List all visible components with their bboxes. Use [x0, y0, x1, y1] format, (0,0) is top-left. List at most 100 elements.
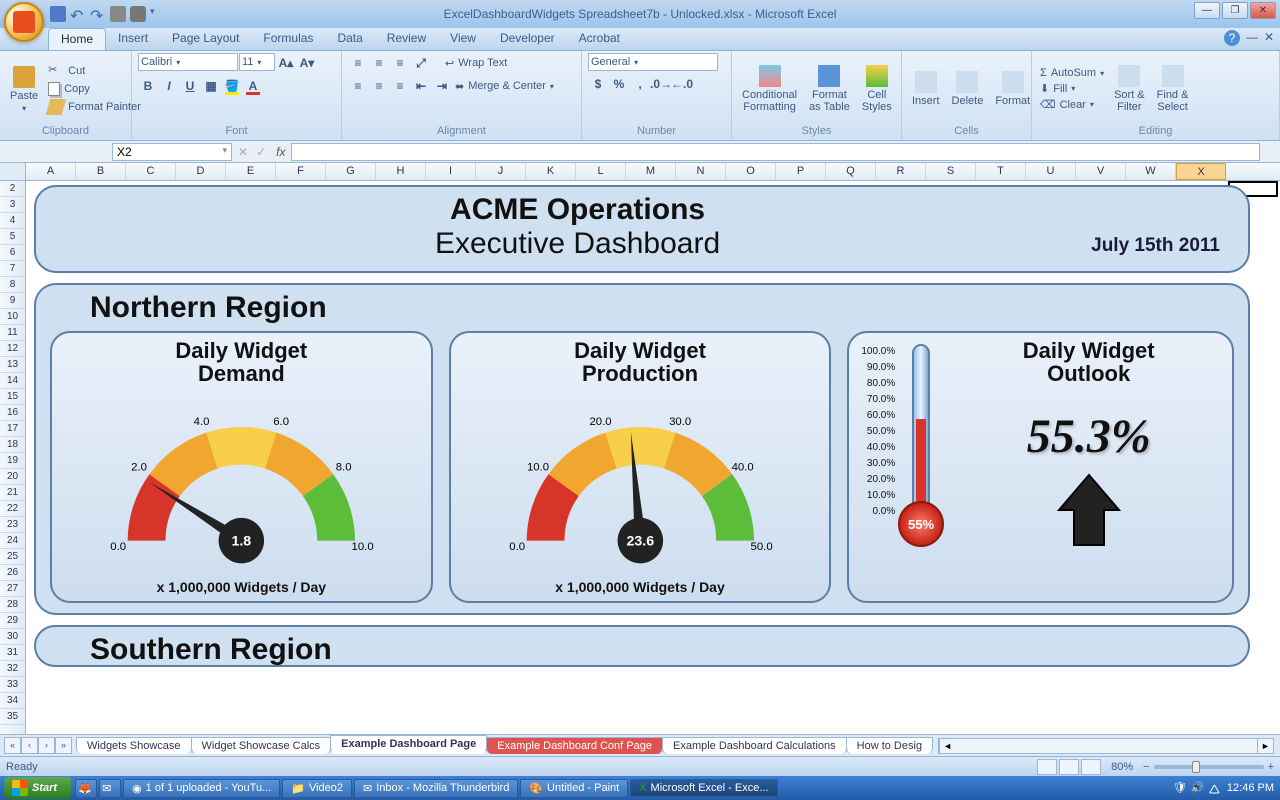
align-middle-button[interactable]: ≡ — [369, 53, 389, 73]
column-header[interactable]: I — [426, 163, 476, 180]
horizontal-scrollbar[interactable]: ◄► — [938, 738, 1274, 754]
tab-review[interactable]: Review — [375, 28, 438, 50]
tab-nav-first[interactable]: « — [4, 737, 21, 754]
zoom-in-button[interactable]: + — [1268, 761, 1274, 773]
tray-icon[interactable]: 🛡 — [1173, 781, 1187, 795]
column-header[interactable]: U — [1026, 163, 1076, 180]
column-header[interactable]: P — [776, 163, 826, 180]
row-header[interactable]: 30 — [0, 629, 25, 645]
comma-button[interactable]: , — [630, 74, 650, 94]
row-header[interactable]: 12 — [0, 341, 25, 357]
start-button[interactable]: Start — [4, 777, 71, 799]
align-center-button[interactable]: ≡ — [369, 76, 389, 96]
number-format-dropdown[interactable]: General▾ — [588, 53, 718, 71]
row-header[interactable]: 25 — [0, 549, 25, 565]
column-header[interactable]: N — [676, 163, 726, 180]
row-header[interactable]: 10 — [0, 309, 25, 325]
row-header[interactable]: 18 — [0, 437, 25, 453]
column-header[interactable]: M — [626, 163, 676, 180]
row-header[interactable]: 23 — [0, 517, 25, 533]
row-header[interactable]: 29 — [0, 613, 25, 629]
column-header[interactable]: W — [1126, 163, 1176, 180]
tab-insert[interactable]: Insert — [106, 28, 160, 50]
row-header[interactable]: 7 — [0, 261, 25, 277]
tab-acrobat[interactable]: Acrobat — [567, 28, 632, 50]
row-header[interactable]: 2 — [0, 181, 25, 197]
row-header[interactable]: 14 — [0, 373, 25, 389]
taskbar-item-active[interactable]: XMicrosoft Excel - Exce... — [630, 779, 777, 797]
zoom-level[interactable]: 80% — [1111, 761, 1133, 773]
row-header[interactable]: 19 — [0, 453, 25, 469]
tray-icon[interactable]: 🛆 — [1209, 781, 1223, 795]
row-header[interactable]: 13 — [0, 357, 25, 373]
tab-nav-prev[interactable]: ‹ — [21, 737, 38, 754]
autosum-button[interactable]: ΣAutoSum▾ — [1038, 66, 1106, 80]
row-header[interactable]: 3 — [0, 197, 25, 213]
column-header[interactable]: C — [126, 163, 176, 180]
column-header[interactable]: V — [1076, 163, 1126, 180]
row-header[interactable]: 9 — [0, 293, 25, 309]
sheet-tab[interactable]: Example Dashboard Calculations — [662, 737, 847, 754]
column-header[interactable]: G — [326, 163, 376, 180]
column-header[interactable]: B — [76, 163, 126, 180]
sheet-tab[interactable]: Widgets Showcase — [76, 737, 192, 754]
column-header[interactable]: S — [926, 163, 976, 180]
percent-button[interactable]: % — [609, 74, 629, 94]
format-painter-button[interactable]: Format Painter — [46, 98, 143, 116]
column-header[interactable]: R — [876, 163, 926, 180]
row-header[interactable]: 27 — [0, 581, 25, 597]
column-header[interactable]: J — [476, 163, 526, 180]
tab-data[interactable]: Data — [325, 28, 374, 50]
sheet-tab[interactable]: Example Dashboard Conf Page — [486, 737, 663, 754]
tab-nav-last[interactable]: » — [55, 737, 72, 754]
format-as-table-button[interactable]: Format as Table — [805, 63, 854, 115]
row-header[interactable]: 5 — [0, 229, 25, 245]
taskbar-quicklaunch[interactable]: ✉ — [99, 779, 121, 798]
sheet-canvas[interactable]: ACME Operations Executive Dashboard July… — [26, 181, 1280, 741]
fill-button[interactable]: ⬇Fill▾ — [1038, 81, 1106, 96]
tab-formulas[interactable]: Formulas — [251, 28, 325, 50]
minimize-button[interactable]: — — [1194, 2, 1220, 19]
underline-button[interactable]: U — [180, 76, 200, 96]
row-header[interactable]: 20 — [0, 469, 25, 485]
column-header[interactable]: D — [176, 163, 226, 180]
fill-color-button[interactable]: 🪣 — [222, 76, 242, 96]
column-header[interactable]: H — [376, 163, 426, 180]
font-size-dropdown[interactable]: 11▾ — [239, 53, 275, 71]
fx-button[interactable]: fx — [270, 145, 291, 159]
tab-nav-next[interactable]: › — [38, 737, 55, 754]
view-page-layout-button[interactable] — [1059, 759, 1079, 775]
font-color-button[interactable]: A — [243, 76, 263, 96]
insert-cells-button[interactable]: Insert — [908, 69, 944, 109]
ribbon-minimize-icon[interactable]: — — [1246, 30, 1258, 46]
italic-button[interactable]: I — [159, 76, 179, 96]
column-header[interactable]: L — [576, 163, 626, 180]
clock[interactable]: 12:46 PM — [1227, 782, 1274, 794]
row-header[interactable]: 28 — [0, 597, 25, 613]
formula-input[interactable] — [291, 143, 1260, 161]
row-header[interactable]: 24 — [0, 533, 25, 549]
find-select-button[interactable]: Find & Select — [1153, 63, 1193, 115]
name-box[interactable]: X2▾ — [112, 143, 232, 161]
row-header[interactable]: 31 — [0, 645, 25, 661]
cancel-formula-icon[interactable]: ✕ — [234, 145, 252, 159]
help-icon[interactable]: ? — [1224, 30, 1240, 46]
currency-button[interactable]: $ — [588, 74, 608, 94]
column-header[interactable]: Q — [826, 163, 876, 180]
row-header[interactable]: 35 — [0, 709, 25, 725]
close-button[interactable]: ✕ — [1250, 2, 1276, 19]
wrap-text-button[interactable]: ↩Wrap Text — [443, 53, 509, 73]
print-icon[interactable] — [110, 6, 126, 22]
row-header[interactable]: 16 — [0, 405, 25, 421]
row-header[interactable]: 4 — [0, 213, 25, 229]
tab-page-layout[interactable]: Page Layout — [160, 28, 251, 50]
zoom-out-button[interactable]: − — [1143, 761, 1149, 773]
align-top-button[interactable]: ≡ — [348, 53, 368, 73]
sheet-tab[interactable]: Widget Showcase Calcs — [191, 737, 332, 754]
row-header[interactable]: 8 — [0, 277, 25, 293]
select-all-corner[interactable] — [0, 163, 26, 180]
row-header[interactable]: 11 — [0, 325, 25, 341]
decrease-decimal-button[interactable]: ←.0 — [672, 74, 692, 94]
delete-cells-button[interactable]: Delete — [948, 69, 988, 109]
sheet-tab[interactable]: How to Desig — [846, 737, 933, 754]
